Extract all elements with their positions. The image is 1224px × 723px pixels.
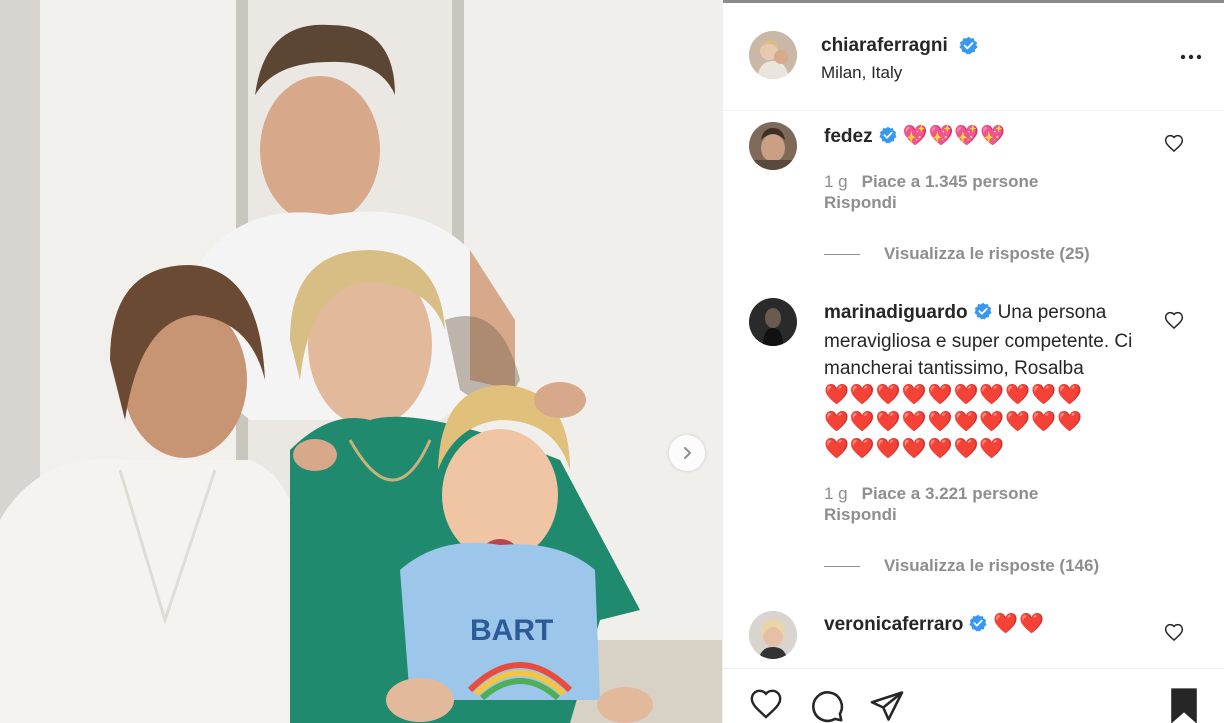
reply-button[interactable]: Rispondi	[824, 505, 897, 525]
commenter-username[interactable]: fedez	[824, 126, 873, 147]
svg-text:BART: BART	[470, 614, 553, 647]
replies-divider	[824, 254, 860, 256]
comment-emojis: 💖💖💖💖	[902, 125, 1007, 147]
comment-emojis: ❤️❤️❤️❤️❤️❤️❤️	[824, 438, 1006, 460]
post-actions	[723, 668, 1224, 723]
heart-icon[interactable]	[748, 688, 784, 722]
author-avatar[interactable]	[749, 31, 797, 79]
comment-time[interactable]: 1 g	[824, 484, 848, 503]
view-replies-label: Visualizza le risposte (25)	[884, 244, 1090, 263]
verified-badge-icon	[974, 301, 992, 328]
heart-icon[interactable]	[1164, 134, 1184, 154]
comment-text: veronicaferraro ❤️❤️	[824, 611, 1154, 640]
comment-icon[interactable]	[809, 688, 845, 723]
commenter-username[interactable]: veronicaferraro	[824, 614, 963, 635]
chevron-right-icon	[684, 447, 691, 459]
verified-badge-icon	[959, 36, 978, 60]
comment-text: fedez 💖💖💖💖	[824, 123, 1154, 152]
view-replies-label: Visualizza le risposte (146)	[884, 556, 1100, 575]
verified-badge-icon	[879, 125, 897, 152]
paper-plane-icon[interactable]	[868, 688, 906, 723]
comment-likes[interactable]: Piace a 1.345 persone	[862, 172, 1039, 191]
comments-list[interactable]: fedez 💖💖💖💖 1 g Piace a 1.345 persone Rispo…	[723, 112, 1224, 668]
bookmark-icon[interactable]	[1168, 686, 1200, 723]
heart-icon[interactable]	[1164, 311, 1184, 331]
comment-text: marinadiguardo Una persona meravigliosa e…	[824, 299, 1164, 463]
heart-icon[interactable]	[1164, 623, 1184, 643]
post-side-panel: chiaraferragni Milan, Italy fedez 💖💖💖💖 1…	[722, 0, 1224, 723]
view-replies-button[interactable]: Visualizza le risposte (25)	[824, 244, 1090, 264]
family-photo: BART	[0, 0, 722, 723]
commenter-avatar[interactable]	[749, 298, 797, 346]
post-location[interactable]: Milan, Italy	[821, 63, 902, 83]
comment-time[interactable]: 1 g	[824, 172, 848, 191]
comment-meta: 1 g Piace a 1.345 persone	[824, 172, 1038, 192]
next-photo-button[interactable]	[669, 435, 705, 471]
more-options-icon	[1180, 54, 1202, 60]
comment-emojis: ❤️❤️❤️❤️❤️❤️❤️❤️❤️❤️	[824, 411, 1084, 433]
verified-badge-icon	[969, 613, 987, 640]
commenter-avatar[interactable]	[749, 122, 797, 170]
replies-divider	[824, 566, 860, 568]
post-photo[interactable]: BART	[0, 0, 722, 723]
more-options-button[interactable]	[1179, 47, 1203, 67]
author-username[interactable]: chiaraferragni	[821, 35, 948, 57]
post-header: chiaraferragni Milan, Italy	[723, 3, 1224, 111]
comment-meta: 1 g Piace a 3.221 persone	[824, 484, 1038, 504]
commenter-avatar[interactable]	[749, 611, 797, 659]
reply-button[interactable]: Rispondi	[824, 193, 897, 213]
view-replies-button[interactable]: Visualizza le risposte (146)	[824, 556, 1099, 576]
comment-emojis: ❤️❤️	[993, 613, 1046, 635]
comment-emojis: ❤️❤️❤️❤️❤️❤️❤️❤️❤️❤️	[824, 384, 1084, 406]
comment-likes[interactable]: Piace a 3.221 persone	[862, 484, 1039, 503]
commenter-username[interactable]: marinadiguardo	[824, 302, 968, 323]
